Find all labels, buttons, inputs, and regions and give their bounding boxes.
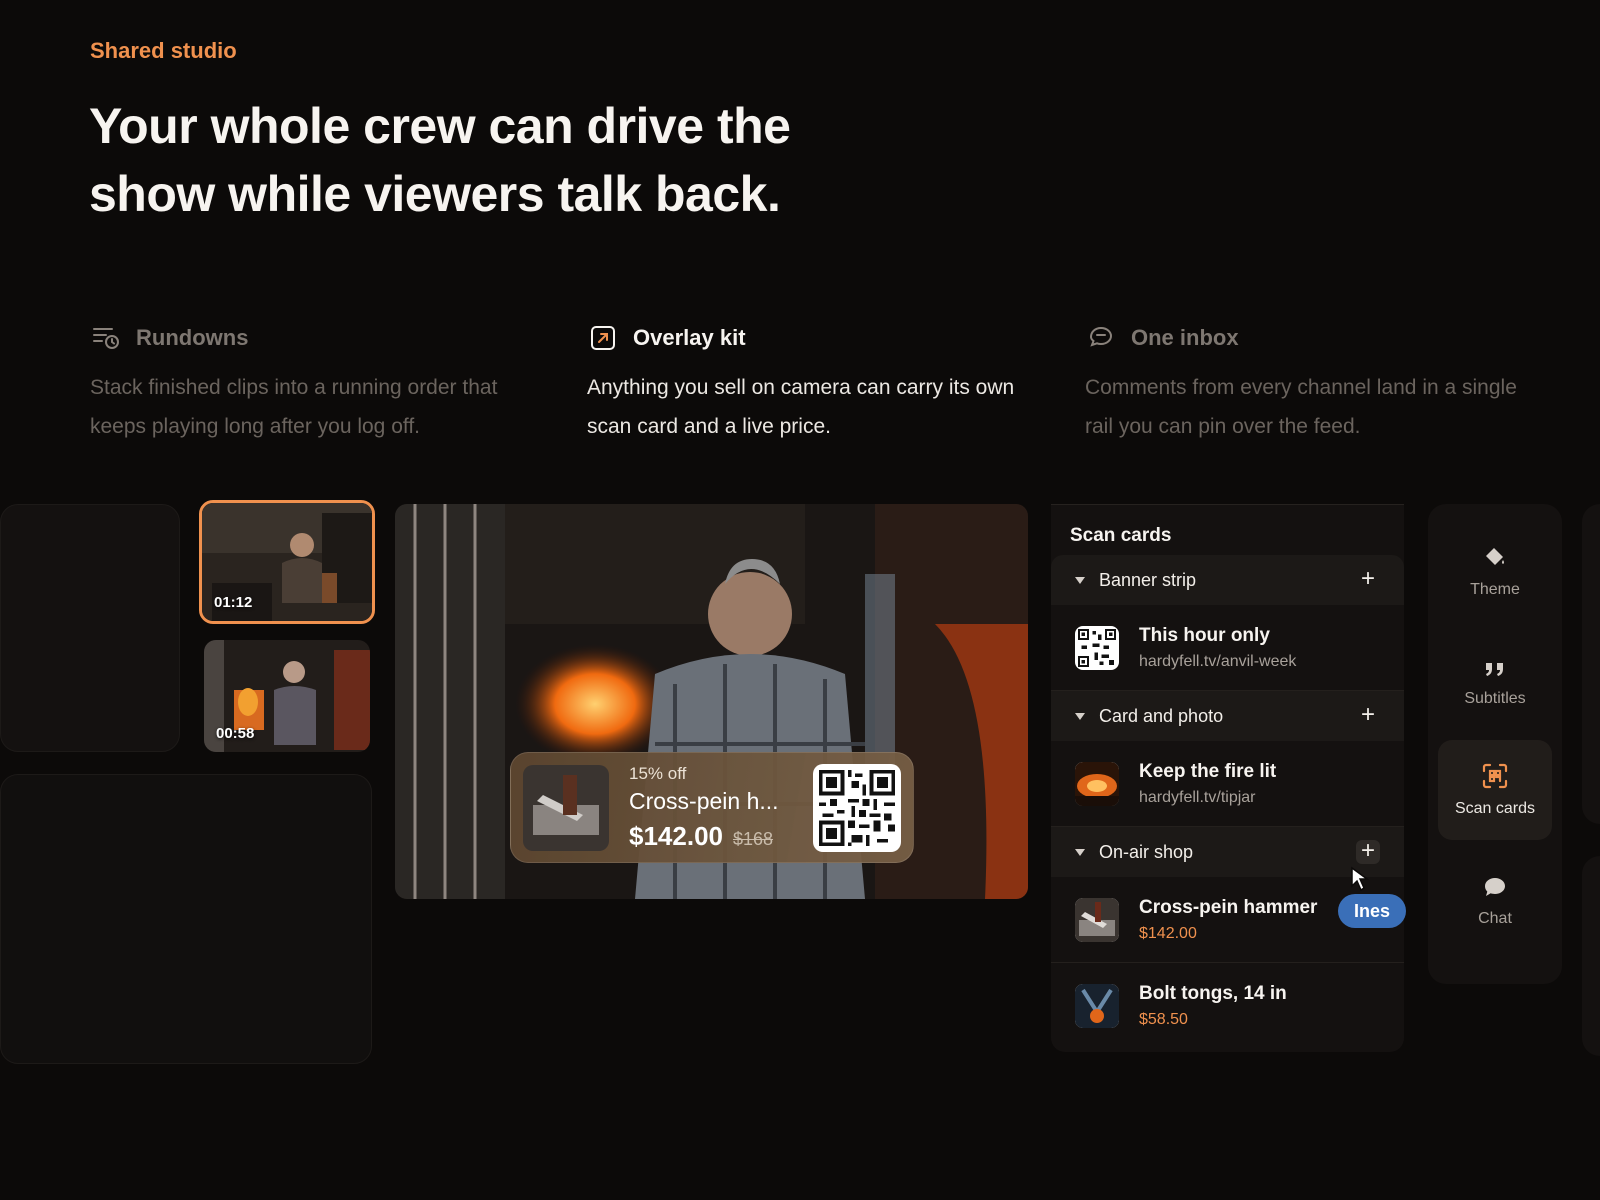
collaborator-cursor-icon — [1351, 866, 1370, 892]
ghost-panel — [1582, 856, 1600, 1056]
preview-stage[interactable]: 15% off Cross-pein h... $142.00 $168 — [395, 504, 1028, 899]
panel-title: Scan cards — [1070, 525, 1172, 546]
rail-label: Subtitles — [1464, 690, 1526, 707]
ghost-panel — [0, 504, 180, 752]
scan-qr-icon — [1482, 763, 1508, 789]
group-header-card-and-photo[interactable]: Card and photo + — [1051, 691, 1404, 741]
rundown-clock-icon — [90, 322, 122, 354]
rail-label: Scan cards — [1454, 800, 1536, 817]
product-thumbnail — [523, 764, 609, 851]
add-plus-icon[interactable]: + — [1356, 703, 1380, 728]
page-headline: Your whole crew can drive the show while… — [89, 98, 791, 222]
item-name: This hour only — [1139, 624, 1270, 646]
item-url: hardyfell.tv/tipjar — [1139, 788, 1256, 806]
chat-bubble-icon — [1485, 878, 1505, 896]
feature-description: Stack finished clips into a running orde… — [90, 376, 498, 438]
rail-item-subtitles[interactable]: Subtitles — [1438, 634, 1552, 734]
product-thumbnail — [1075, 897, 1119, 942]
paint-bucket-icon — [1486, 548, 1504, 565]
product-price: $142.00 — [629, 820, 723, 851]
ghost-panel — [1582, 504, 1600, 824]
feature-description: Comments from every channel land in a si… — [1085, 376, 1517, 438]
add-plus-icon[interactable]: + — [1356, 567, 1380, 592]
item-url: hardyfell.tv/anvil-week — [1139, 652, 1297, 670]
overlay-arrow-icon — [587, 322, 619, 354]
item-price: $142.00 — [1139, 924, 1197, 942]
list-item[interactable]: Keep the fire lit hardyfell.tv/tipjar — [1051, 741, 1404, 827]
tool-rail: Theme Subtitles Scan cards Chat — [1428, 504, 1562, 984]
feature-overlay-kit[interactable]: Overlay kit Anything you sell on camera … — [587, 320, 1047, 446]
group-name: Card and photo — [1099, 705, 1224, 726]
clip-thumbnail[interactable]: 00:58 — [204, 640, 370, 752]
feature-description: Anything you sell on camera can carry it… — [587, 376, 1015, 438]
caret-down-icon — [1075, 712, 1085, 720]
group-header-banner-strip[interactable]: Banner strip + — [1051, 555, 1404, 605]
add-plus-icon[interactable]: + — [1356, 839, 1380, 864]
clip-thumbnail[interactable]: 01:12 — [199, 500, 375, 624]
rail-label: Theme — [1470, 581, 1520, 598]
product-overlay-card[interactable]: 15% off Cross-pein h... $142.00 $168 — [510, 752, 914, 863]
product-old-price: $168 — [732, 828, 774, 849]
group-name: On-air shop — [1099, 841, 1194, 862]
feature-title: Overlay kit — [633, 325, 746, 350]
qr-thumbnail — [1075, 625, 1119, 670]
ghost-panel — [0, 774, 372, 1064]
item-name: Bolt tongs, 14 in — [1139, 983, 1287, 1004]
group-name: Banner strip — [1099, 569, 1197, 590]
item-name: Cross-pein hammer — [1139, 896, 1318, 918]
scan-cards-panel: Scan cards Banner strip + This hour only… — [1051, 504, 1404, 1052]
list-item[interactable]: This hour only hardyfell.tv/anvil-week — [1051, 605, 1404, 691]
caret-down-icon — [1075, 576, 1085, 584]
item-name: Keep the fire lit — [1139, 760, 1277, 782]
rail-label: Chat — [1478, 910, 1512, 927]
section-eyebrow: Shared studio — [90, 38, 237, 63]
feature-one-inbox[interactable]: One inbox Comments from every channel la… — [1085, 320, 1545, 446]
item-price: $58.50 — [1139, 1011, 1188, 1028]
rail-item-chat[interactable]: Chat — [1438, 852, 1552, 952]
product-thumbnail — [1075, 984, 1119, 1028]
feature-title: Rundowns — [136, 325, 249, 350]
collaborator-badge: Ines — [1338, 894, 1407, 928]
qr-code — [813, 763, 901, 852]
rail-item-scan-cards[interactable]: Scan cards — [1438, 740, 1552, 840]
quote-icon — [1486, 663, 1503, 676]
chat-bubble-icon — [1085, 322, 1117, 354]
feature-title: One inbox — [1131, 325, 1239, 350]
rail-item-theme[interactable]: Theme — [1438, 522, 1552, 622]
product-discount: 15% off — [629, 763, 687, 783]
caret-down-icon — [1075, 848, 1085, 856]
clip-duration: 00:58 — [216, 725, 255, 742]
photo-thumbnail — [1075, 761, 1119, 806]
product-name: Cross-pein h... — [629, 787, 779, 814]
clip-duration: 01:12 — [214, 594, 253, 611]
feature-rundowns[interactable]: Rundowns Stack finished clips into a run… — [90, 320, 550, 446]
list-item[interactable]: Bolt tongs, 14 in $58.50 — [1051, 963, 1404, 1049]
